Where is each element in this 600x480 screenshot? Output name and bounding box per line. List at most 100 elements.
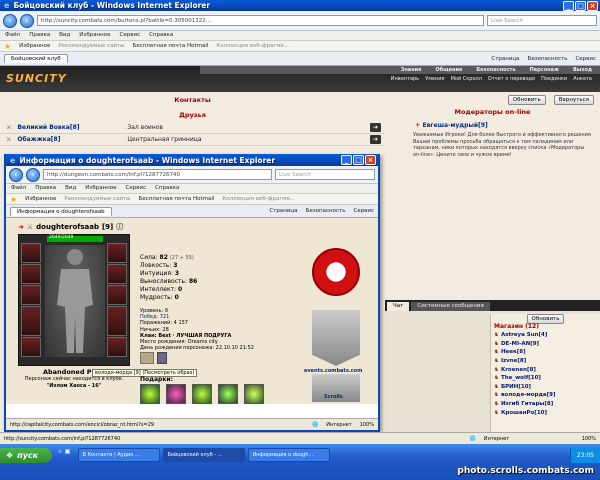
- private-message-icon[interactable]: ➜: [370, 123, 381, 132]
- nav-profile[interactable]: Анкета: [573, 76, 592, 82]
- moderator-name[interactable]: ⚜ Евгеша-мудрый[9]: [415, 122, 488, 129]
- chat-user-row[interactable]: ♞ Неек[8]: [494, 348, 597, 357]
- nav-exit[interactable]: Выход: [573, 67, 592, 73]
- tab-fight-club[interactable]: Бойцовский клуб: [4, 54, 68, 63]
- amulet-slot[interactable]: [21, 264, 41, 284]
- tab-chat[interactable]: Чат: [387, 302, 410, 311]
- menu-help[interactable]: Справка: [155, 185, 179, 192]
- nav-knowledge[interactable]: Знания: [401, 67, 422, 73]
- back-arrow-icon[interactable]: ‹: [3, 13, 17, 28]
- popup-close-button[interactable]: ×: [365, 155, 376, 165]
- gift-icon[interactable]: [166, 384, 186, 404]
- fav-suggested[interactable]: Рекомендуемые сайты: [58, 43, 124, 49]
- combats-logo[interactable]: [312, 248, 360, 296]
- earring-slot[interactable]: [107, 243, 127, 263]
- events-banner-icon[interactable]: [312, 310, 360, 366]
- fav-suggested[interactable]: Рекомендуемые сайты: [64, 196, 130, 202]
- menu-view[interactable]: Вид: [59, 32, 70, 39]
- fav-gallery[interactable]: Коллекция веб-фрагме...: [222, 196, 295, 202]
- menu-tools[interactable]: Сервис: [126, 185, 147, 192]
- outer-status-zoom[interactable]: 100%: [582, 436, 596, 442]
- friend-name[interactable]: Обажжка[8]: [17, 136, 127, 143]
- tool-security[interactable]: Безопасность: [528, 56, 568, 62]
- menu-tools[interactable]: Сервис: [120, 32, 141, 39]
- nav-scroll[interactable]: Мой Скролл: [451, 76, 482, 82]
- nav-fights[interactable]: Поединки: [541, 76, 567, 82]
- nav-skills[interactable]: Умения: [425, 76, 444, 82]
- close-button[interactable]: ×: [587, 1, 598, 11]
- menu-edit[interactable]: Правка: [35, 185, 56, 192]
- forward-arrow-icon[interactable]: ›: [20, 13, 34, 28]
- nav-character[interactable]: Персонаж: [530, 67, 559, 73]
- chat-user-row[interactable]: ♞ The_wolf[10]: [494, 374, 597, 383]
- chat-user-row[interactable]: ♞ Izvne[8]: [494, 357, 597, 366]
- friend-name[interactable]: Великий Вовка[8]: [17, 124, 127, 131]
- gloves-slot[interactable]: [107, 264, 127, 284]
- popup-maximize-button[interactable]: □: [353, 155, 364, 165]
- tab-char-info[interactable]: Информация о doughterofsaab: [10, 206, 112, 216]
- menu-view[interactable]: Вид: [65, 185, 76, 192]
- minimize-button[interactable]: _: [563, 1, 574, 11]
- fav-hotmail[interactable]: Бесплатная почта Hotmail: [133, 43, 209, 49]
- task-char-info[interactable]: Информация о dough...: [248, 448, 331, 462]
- task-fight-club[interactable]: Бойцовский клуб - ...: [163, 448, 246, 462]
- gift-icon[interactable]: [218, 384, 238, 404]
- popup-status-zoom[interactable]: 100%: [360, 422, 374, 428]
- scrolls-link[interactable]: Scrolls: [324, 394, 343, 400]
- chat-user-row[interactable]: ♞ DE-MI-AN[9]: [494, 340, 597, 349]
- tool-page[interactable]: Страница: [491, 56, 519, 62]
- chat-user-row[interactable]: ♞ БРИН[10]: [494, 383, 597, 392]
- helmet-slot[interactable]: [21, 243, 41, 263]
- popup-search-field[interactable]: Live Search: [275, 169, 375, 180]
- refresh-button[interactable]: Обновить: [507, 95, 546, 105]
- forward-arrow-icon[interactable]: ›: [26, 167, 40, 182]
- gift-icon[interactable]: [192, 384, 212, 404]
- offhand-slot[interactable]: [107, 306, 127, 336]
- ie-quicklaunch-icon[interactable]: e: [58, 448, 62, 455]
- menu-file[interactable]: Файл: [5, 32, 20, 39]
- nav-inventory[interactable]: Инвентарь: [391, 76, 419, 82]
- tool-page[interactable]: Страница: [269, 208, 297, 214]
- rune-item-icon[interactable]: [157, 352, 167, 364]
- nav-transfer[interactable]: Отчет о переводе: [488, 76, 535, 82]
- scroll-item-icon[interactable]: [140, 352, 154, 364]
- popup-minimize-button[interactable]: _: [341, 155, 352, 165]
- menu-edit[interactable]: Правка: [29, 32, 50, 39]
- chat-user-row[interactable]: ♞ Astreya Sun[4]: [494, 331, 597, 340]
- tab-system-messages[interactable]: Системные сообщения: [411, 302, 490, 311]
- fav-favorites[interactable]: Избранное: [19, 43, 50, 49]
- tool-service[interactable]: Сервис: [353, 208, 374, 214]
- outer-search-field[interactable]: Live Search: [487, 15, 597, 26]
- private-message-icon[interactable]: ➜: [370, 135, 381, 144]
- back-button[interactable]: Вернуться: [553, 95, 594, 105]
- weapon-slot[interactable]: [21, 285, 41, 305]
- tool-security[interactable]: Безопасность: [306, 208, 346, 214]
- chat-user-row[interactable]: ♞ володя-морда[9]: [494, 391, 597, 400]
- popup-url-field[interactable]: http://dungeon.combats.com/inf.pl?128772…: [43, 169, 272, 180]
- info-icon[interactable]: ⓘ: [116, 222, 123, 232]
- fav-gallery[interactable]: Коллекция веб-фрагме...: [216, 43, 289, 49]
- chat-user-row[interactable]: ♞ Изгиб Гитары[8]: [494, 400, 597, 409]
- belt-slot[interactable]: [21, 337, 41, 357]
- boots-slot[interactable]: [107, 337, 127, 357]
- gift-icon[interactable]: [244, 384, 264, 404]
- fav-favorites[interactable]: Избранное: [25, 196, 56, 202]
- task-vkontakte[interactable]: В Контакте | Аудио ...: [78, 448, 161, 462]
- chat-user-row[interactable]: ♞ Kroenen[8]: [494, 365, 597, 374]
- menu-favorites[interactable]: Избранное: [79, 32, 110, 39]
- menu-favorites[interactable]: Избранное: [85, 185, 116, 192]
- desktop-quicklaunch-icon[interactable]: ▣: [65, 448, 71, 455]
- maximize-button[interactable]: □: [575, 1, 586, 11]
- outer-url-field[interactable]: http://suncity.combats.com/buttons.pl?ba…: [37, 15, 484, 26]
- menu-file[interactable]: Файл: [11, 185, 26, 192]
- nav-security[interactable]: Безопасность: [476, 67, 515, 73]
- nav-chat[interactable]: Общение: [435, 67, 462, 73]
- menu-help[interactable]: Справка: [149, 32, 173, 39]
- tool-service[interactable]: Сервис: [575, 56, 596, 62]
- armor-slot[interactable]: [21, 306, 41, 336]
- shield-slot[interactable]: [107, 285, 127, 305]
- chat-user-row[interactable]: ♞ КрошанРо[10]: [494, 408, 597, 417]
- fav-hotmail[interactable]: Бесплатная почта Hotmail: [139, 196, 215, 202]
- back-arrow-icon[interactable]: ‹: [9, 167, 23, 182]
- start-button[interactable]: ❖ пуск: [0, 448, 53, 463]
